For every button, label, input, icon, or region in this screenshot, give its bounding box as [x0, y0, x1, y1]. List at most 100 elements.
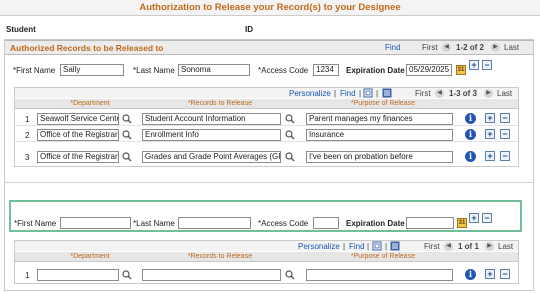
view-all-icon[interactable] [372, 241, 382, 251]
row-number: 3 [25, 153, 30, 162]
department-input[interactable]: Office of the Registrar and [37, 151, 119, 163]
calendar-icon[interactable]: 31 [457, 218, 467, 228]
purpose-input[interactable]: I've been on probation before [306, 151, 453, 163]
records-input[interactable]: Grades and Grade Point Averages (GPA) [142, 151, 281, 163]
remove-designee-button[interactable]: − [482, 60, 492, 70]
grid-prev-icon[interactable]: ◀ [435, 89, 444, 98]
records-input[interactable]: Enrollment Info [142, 129, 281, 141]
add-row-button[interactable]: + [485, 113, 495, 123]
group-first-label: First [422, 43, 438, 52]
records-input[interactable] [142, 269, 281, 281]
purpose-input[interactable]: Insurance [306, 129, 453, 141]
grid-prev-icon[interactable]: ◀ [444, 242, 453, 251]
search-icon[interactable] [122, 152, 132, 162]
group-find-link[interactable]: Find [385, 43, 401, 52]
department-input[interactable]: Office of the Registrar and [37, 129, 119, 141]
separator: | [367, 242, 370, 251]
purpose-input[interactable] [306, 269, 453, 281]
view-all-icon[interactable] [363, 88, 373, 98]
download-grid-icon[interactable] [382, 88, 392, 98]
col-records: *Records to Release [187, 253, 253, 260]
search-icon[interactable] [285, 270, 295, 280]
search-icon[interactable] [285, 114, 295, 124]
grid-personalize-link[interactable]: Personalize [289, 89, 331, 98]
add-designee-button[interactable]: + [469, 60, 479, 70]
col-purpose: *Purpose of Release [350, 253, 416, 260]
department-input[interactable] [37, 269, 119, 281]
remove-row-button[interactable]: − [500, 129, 510, 139]
col-department: *Department [70, 253, 110, 260]
id-label: ID [245, 25, 253, 34]
grid-count: 1 of 1 [458, 242, 479, 251]
group-title: Authorized Records to be Released to [10, 43, 164, 53]
info-icon[interactable]: i [465, 113, 476, 124]
access-code-label: *Access Code [258, 66, 309, 75]
add-designee-button[interactable]: + [469, 213, 479, 223]
grid-last-label: Last [497, 89, 513, 98]
student-label: Student [6, 25, 36, 34]
col-records: *Records to Release [187, 100, 253, 107]
grid-personalize-link[interactable]: Personalize [298, 242, 340, 251]
first-name-label: *First Name [13, 66, 56, 75]
last-name-label: *Last Name [133, 66, 175, 75]
last-name-input[interactable]: Sonoma [178, 64, 250, 76]
purpose-input[interactable]: Parent manages my finances [306, 113, 453, 125]
search-icon[interactable] [122, 130, 132, 140]
row-number: 1 [25, 115, 30, 124]
col-department: *Department [70, 100, 110, 107]
separator: | [343, 242, 346, 251]
grid-first-label: First [424, 242, 440, 251]
info-icon[interactable]: i [465, 129, 476, 140]
grid-find-link[interactable]: Find [340, 89, 356, 98]
grid-next-icon[interactable]: ▶ [484, 89, 493, 98]
grid-next-icon[interactable]: ▶ [485, 242, 494, 251]
expiration-date-label: Expiration Date [346, 219, 405, 228]
search-icon[interactable] [122, 114, 132, 124]
download-grid-icon[interactable] [390, 241, 400, 251]
info-icon[interactable]: i [465, 269, 476, 280]
calendar-icon[interactable]: 31 [456, 65, 466, 75]
access-code-input[interactable]: 1234 [313, 64, 339, 76]
search-icon[interactable] [122, 270, 132, 280]
expiration-date-input[interactable] [406, 217, 454, 229]
info-icon[interactable]: i [465, 151, 476, 162]
grid-toolbar [15, 241, 518, 251]
search-icon[interactable] [285, 130, 295, 140]
separator: | [376, 89, 379, 98]
department-input[interactable]: Seawolf Service Center [37, 113, 119, 125]
page-title: Authorization to Release your Record(s) … [0, 0, 540, 16]
col-purpose: *Purpose of Release [350, 100, 416, 107]
last-name-label: *Last Name [133, 219, 175, 228]
add-row-button[interactable]: + [485, 269, 495, 279]
group-last-label: Last [504, 43, 520, 52]
designee-divider [5, 182, 533, 183]
grid-last-label: Last [498, 242, 514, 251]
add-row-button[interactable]: + [485, 151, 495, 161]
access-code-input[interactable] [313, 217, 339, 229]
access-code-label: *Access Code [258, 219, 309, 228]
search-icon[interactable] [285, 152, 295, 162]
add-row-button[interactable]: + [485, 129, 495, 139]
separator: | [334, 89, 337, 98]
grid-find-link[interactable]: Find [349, 242, 365, 251]
remove-row-button[interactable]: − [500, 151, 510, 161]
separator: | [359, 89, 362, 98]
first-name-input[interactable] [60, 217, 131, 229]
remove-row-button[interactable]: − [500, 269, 510, 279]
row-number: 1 [25, 271, 30, 280]
expiration-date-input[interactable]: 05/29/2025 [406, 64, 452, 76]
last-name-input[interactable] [178, 217, 251, 229]
group-count: 1-2 of 2 [456, 43, 485, 52]
expiration-date-label: Expiration Date [346, 66, 405, 75]
first-name-label: *First Name [14, 219, 57, 228]
remove-row-button[interactable]: − [500, 113, 510, 123]
first-name-input[interactable]: Sally [60, 64, 124, 76]
separator: | [385, 242, 388, 251]
group-prev-icon[interactable]: ◀ [442, 43, 451, 52]
grid-first-label: First [415, 89, 431, 98]
records-input[interactable]: Student Account Information [142, 113, 281, 125]
row-number: 2 [25, 131, 30, 140]
grid-count: 1-3 of 3 [449, 89, 478, 98]
group-next-icon[interactable]: ▶ [491, 43, 500, 52]
remove-designee-button[interactable]: − [482, 213, 492, 223]
